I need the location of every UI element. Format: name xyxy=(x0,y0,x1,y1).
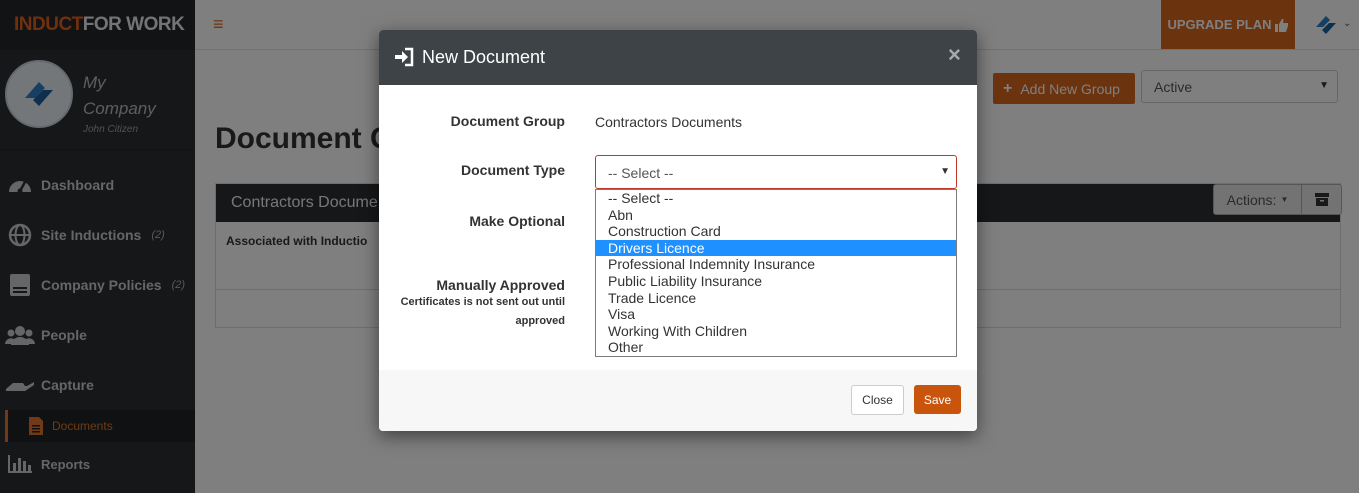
modal-close-icon[interactable]: × xyxy=(948,42,961,68)
option-working-with-children[interactable]: Working With Children xyxy=(596,323,956,340)
manually-approved-label: Manually Approved xyxy=(436,277,565,293)
approved-note-line-2: approved xyxy=(515,315,565,327)
modal-header: New Document × xyxy=(379,30,977,85)
approved-note-line-1: Certificates is not sent out until xyxy=(400,296,565,308)
option-drivers-licence[interactable]: Drivers Licence xyxy=(596,239,956,257)
close-button[interactable]: Close xyxy=(851,385,904,415)
modal-title: New Document xyxy=(422,47,546,67)
option-construction-card[interactable]: Construction Card xyxy=(596,223,956,240)
make-optional-label: Make Optional xyxy=(469,213,565,229)
sign-in-icon xyxy=(395,47,414,67)
option-professional-indemnity-insurance[interactable]: Professional Indemnity Insurance xyxy=(596,256,956,273)
option-abn[interactable]: Abn xyxy=(596,207,956,224)
save-button[interactable]: Save xyxy=(914,385,961,414)
modal-footer: Close Save xyxy=(379,370,977,431)
document-type-options-list: -- Select -- Abn Construction Card Drive… xyxy=(595,189,957,357)
document-group-label: Document Group xyxy=(450,113,565,129)
document-type-label: Document Type xyxy=(461,162,565,178)
manually-approved-note: Certificates is not sent out until appro… xyxy=(379,293,565,331)
new-document-modal: New Document × Document Group Contractor… xyxy=(379,30,977,431)
option-public-liability-insurance[interactable]: Public Liability Insurance xyxy=(596,273,956,290)
option-visa[interactable]: Visa xyxy=(596,306,956,323)
document-type-select[interactable]: -- Select -- ▼ xyxy=(595,155,957,189)
option-trade-licence[interactable]: Trade Licence xyxy=(596,290,956,307)
document-group-value: Contractors Documents xyxy=(595,114,743,130)
option-select[interactable]: -- Select -- xyxy=(596,190,956,207)
option-other[interactable]: Other xyxy=(596,339,956,356)
document-type-value: -- Select -- xyxy=(608,165,674,181)
chevron-down-icon: ▼ xyxy=(940,166,950,177)
